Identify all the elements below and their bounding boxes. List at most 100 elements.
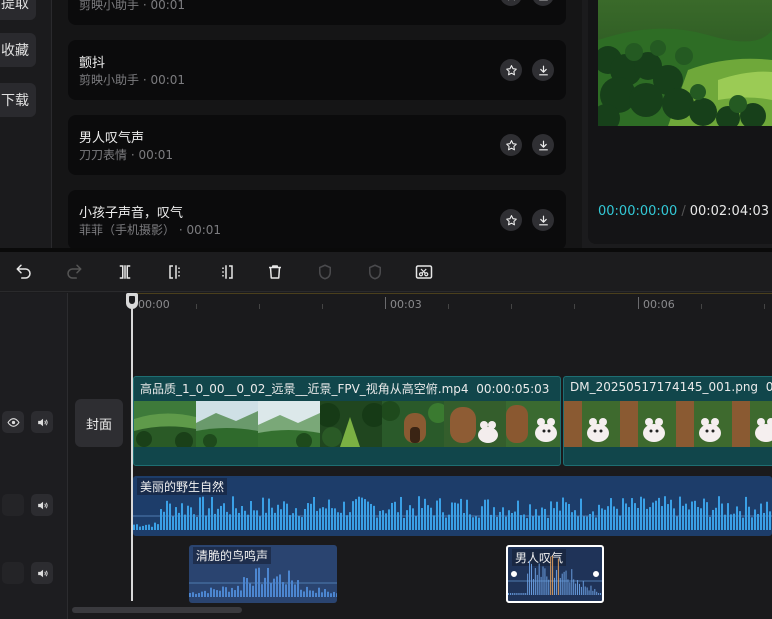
clip-title: DM_20250517174145_001.png 00 (570, 380, 772, 394)
download-button[interactable] (532, 134, 554, 156)
redo-icon (67, 264, 82, 279)
sound-meta: 菲菲（手机摄影） · 00:01 (79, 223, 222, 237)
playhead-handle[interactable] (126, 293, 138, 309)
ruler-tick (322, 304, 323, 309)
favorite-button[interactable] (500, 0, 522, 6)
top-area: 提取 收藏 下载 剪映小助手 · 00:01 颤抖 剪映小助手 · 00:01 (0, 0, 772, 248)
time-display: 00:00:00:00/00:02:04:03 (598, 204, 769, 219)
clip-duration: 00:00:05:03 (476, 382, 550, 396)
trim-right-button[interactable] (216, 262, 236, 282)
ruler-label: 00:06 (643, 298, 675, 311)
audio-waveform (189, 567, 337, 597)
download-icon (538, 140, 548, 150)
favorite-button[interactable] (500, 134, 522, 156)
video-thumbnail (134, 401, 196, 447)
list-item[interactable]: 剪映小助手 · 00:01 (68, 0, 566, 25)
ruler-tick (574, 304, 575, 309)
cover-button[interactable]: 封面 (75, 399, 123, 447)
clip-filename: 高品质_1_0_00__0_02_远景__近景_FPV_视角从高空俯.mp4 (140, 382, 469, 396)
ruler-tick (511, 304, 512, 309)
video-thumbnail (196, 401, 258, 447)
timeline: 封面 00:00 00:03 00:06 高品质_1_0_00__0_02_远景… (0, 293, 772, 619)
track-lock-placeholder[interactable] (2, 494, 24, 516)
smart-cut-button[interactable] (414, 262, 434, 282)
list-item[interactable]: 男人叹气声 刀刀表情 · 00:01 (68, 115, 566, 175)
delete-button[interactable] (265, 262, 285, 282)
track-headers (0, 293, 68, 619)
ruler-label: 00:03 (390, 298, 422, 311)
track-audio-button[interactable] (31, 494, 53, 516)
rail-item-label: 提取 (1, 0, 29, 12)
list-item[interactable]: 小孩子声音，叹气 菲菲（手机摄影） · 00:01 (68, 190, 566, 248)
redo-button[interactable] (64, 262, 84, 282)
ruler-tick (196, 304, 197, 309)
current-time: 00:00:00:00 (598, 204, 678, 219)
clip-thumbnails (564, 401, 772, 447)
clip-filename: DM_20250517174145_001.png (570, 380, 759, 394)
timeline-toolbar (0, 252, 772, 292)
download-icon (537, 0, 550, 2)
video-thumbnail (258, 401, 320, 447)
trim-right-icon (222, 265, 233, 279)
fade-out-handle[interactable] (591, 569, 601, 579)
trim-left-icon (169, 265, 180, 279)
trash-icon (269, 265, 281, 279)
image-thumbnail (732, 401, 772, 447)
music-clip[interactable]: 美丽的野生自然 (133, 476, 772, 536)
shield-icon (319, 264, 331, 280)
undo-icon (16, 264, 31, 279)
image-thumbnail (620, 401, 676, 447)
time-ruler[interactable]: 00:00 00:03 00:06 (132, 293, 772, 315)
left-rail: 提取 收藏 下载 (0, 0, 52, 248)
ruler-tick (385, 297, 386, 309)
rail-item-downloads[interactable]: 下载 (0, 83, 36, 117)
sound-effects-list: 剪映小助手 · 00:01 颤抖 剪映小助手 · 00:01 男人叹气声 刀刀表… (52, 0, 582, 248)
horizontal-scrollbar[interactable] (72, 607, 242, 613)
audio-waveform (508, 555, 602, 595)
rail-item-label: 下载 (1, 93, 29, 109)
split-icon (119, 265, 131, 279)
download-button[interactable] (532, 209, 554, 231)
playhead-line[interactable] (131, 293, 133, 601)
mark-button[interactable] (315, 262, 335, 282)
ruler-label: 00:00 (138, 298, 170, 311)
eye-icon (6, 417, 20, 427)
sound-effect-clip-selected[interactable]: 男人叹气 (506, 545, 604, 603)
video-clip[interactable]: 高品质_1_0_00__0_02_远景__近景_FPV_视角从高空俯.mp4 0… (133, 376, 561, 466)
sound-title: 小孩子声音，叹气 (79, 206, 184, 221)
undo-button[interactable] (14, 262, 34, 282)
shield-outline-icon (369, 264, 381, 280)
image-thumbnail (676, 401, 732, 447)
speaker-icon (37, 569, 48, 577)
editor-window: 提取 收藏 下载 剪映小助手 · 00:01 颤抖 剪映小助手 · 00:01 (0, 0, 772, 619)
star-icon (505, 0, 518, 2)
image-clip[interactable]: DM_20250517174145_001.png 00 (563, 376, 772, 466)
track-lock-placeholder[interactable] (2, 562, 24, 584)
download-button[interactable] (532, 0, 554, 6)
track-audio-button[interactable] (31, 411, 53, 433)
rail-item-label: 收藏 (1, 43, 29, 59)
star-icon (505, 64, 517, 75)
total-time: 00:02:04:03 (689, 204, 770, 219)
sound-meta: 刀刀表情 · 00:01 (79, 148, 174, 162)
split-button[interactable] (115, 262, 135, 282)
rail-item-extract[interactable]: 提取 (0, 0, 36, 20)
forest-landscape-image (598, 0, 772, 126)
favorite-button[interactable] (500, 209, 522, 231)
preview-frame[interactable] (598, 0, 772, 126)
trim-left-button[interactable] (166, 262, 186, 282)
fade-in-handle[interactable] (509, 569, 519, 579)
sound-effect-clip[interactable]: 清脆的鸟鸣声 (189, 545, 337, 603)
rail-item-favorites[interactable]: 收藏 (0, 33, 36, 67)
track-visibility-button[interactable] (2, 411, 24, 433)
favorite-button[interactable] (500, 59, 522, 81)
video-thumbnail (382, 401, 444, 447)
sound-meta: 剪映小助手 · 00:01 (79, 73, 186, 87)
sound-title: 男人叹气声 (79, 131, 145, 146)
mask-button[interactable] (365, 262, 385, 282)
download-button[interactable] (532, 59, 554, 81)
list-item[interactable]: 颤抖 剪映小助手 · 00:01 (68, 40, 566, 100)
track-audio-button[interactable] (31, 562, 53, 584)
video-thumbnail (506, 401, 560, 447)
ruler-tick (448, 304, 449, 309)
